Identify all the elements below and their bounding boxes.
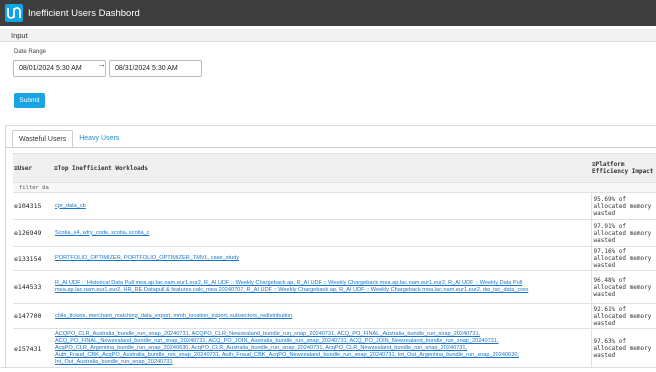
workload-links[interactable]: R_AI UDF :: Historical Data Pull mea.ap.…: [55, 280, 528, 293]
workload-links[interactable]: Scotia_s4, wfry_code, scotia, scotia_c: [55, 230, 150, 236]
user-id: e157431: [13, 328, 53, 369]
workload-links[interactable]: chile_tickets, merchant_matching_data_ex…: [55, 313, 292, 319]
user-id: e133154: [13, 246, 53, 271]
column-header-user[interactable]: ≡User: [13, 153, 53, 183]
efficiency-impact: 92.61% of allocated memory wasted: [590, 303, 656, 329]
user-id: e104315: [13, 192, 53, 220]
date-range-label: Date Range: [14, 49, 47, 55]
results-panel: Wasteful Users Heavy Users ≡User ≡Top In…: [5, 125, 656, 372]
submit-button[interactable]: Submit: [14, 93, 45, 108]
impact-filter-cell: [591, 182, 656, 193]
table-row: e133154 PORTFOLIO_OPTIMIZER, PORTFOLIO_O…: [13, 246, 656, 271]
un-logo-icon: [5, 4, 23, 22]
tab-divider: [6, 147, 656, 148]
tab-bar: Wasteful Users Heavy Users: [12, 130, 125, 148]
efficiency-impact: 97.16% of allocated memory wasted: [590, 246, 656, 271]
workload-links[interactable]: ACQPO_CLR_Australia_bundle_run_snap_2024…: [55, 331, 519, 365]
efficiency-impact: 95.69% of allocated memory wasted: [590, 192, 656, 220]
column-header-workloads[interactable]: ≡Top Inefficient Workloads: [53, 153, 591, 183]
table-row: e104315 cpr_data_cb 95.69% of allocated …: [13, 192, 656, 220]
user-id: e144533: [13, 270, 53, 304]
workloads-filter-cell: [53, 182, 591, 193]
users-table: ≡User ≡Top Inefficient Workloads ≡Platfo…: [13, 153, 656, 369]
start-date-input[interactable]: 08/01/2024 5:30 AM: [13, 60, 106, 77]
table-row: e147700 chile_tickets, merchant_matching…: [13, 303, 656, 329]
efficiency-impact: 97.91% of allocated memory wasted: [590, 219, 656, 247]
window-bottom-edge: [0, 367, 656, 372]
user-id: e126949: [13, 219, 53, 247]
workload-links[interactable]: cpr_data_cb: [55, 203, 86, 209]
table-row: e126949 Scotia_s4, wfry_code, scotia, sc…: [13, 219, 656, 247]
table-row: e144533 R_AI UDF :: Historical Data Pull…: [13, 270, 656, 304]
table-row: e157431 ACQPO_CLR_Australia_bundle_run_s…: [13, 328, 656, 369]
efficiency-impact: 97.63% of allocated memory wasted: [590, 328, 656, 369]
column-header-impact[interactable]: ≡Platform Efficiency Impact: [591, 153, 656, 183]
user-id: e147700: [13, 303, 53, 329]
arrow-right-icon: →: [97, 59, 106, 69]
workload-links[interactable]: PORTFOLIO_OPTIMIZER, PORTFOLIO_OPTIMIZER…: [55, 255, 239, 261]
input-section-header[interactable]: Input: [0, 29, 656, 42]
top-bar: Inefficient Users Dashbord: [0, 0, 656, 26]
app-title: Inefficient Users Dashbord: [28, 7, 140, 19]
efficiency-impact: 96.48% of allocated memory wasted: [590, 270, 656, 304]
end-date-input[interactable]: 08/31/2024 5:30 AM: [109, 60, 202, 77]
tab-heavy-users[interactable]: Heavy Users: [73, 130, 125, 148]
tab-wasteful-users[interactable]: Wasteful Users: [12, 130, 74, 148]
user-filter-input[interactable]: filter da: [13, 182, 53, 193]
